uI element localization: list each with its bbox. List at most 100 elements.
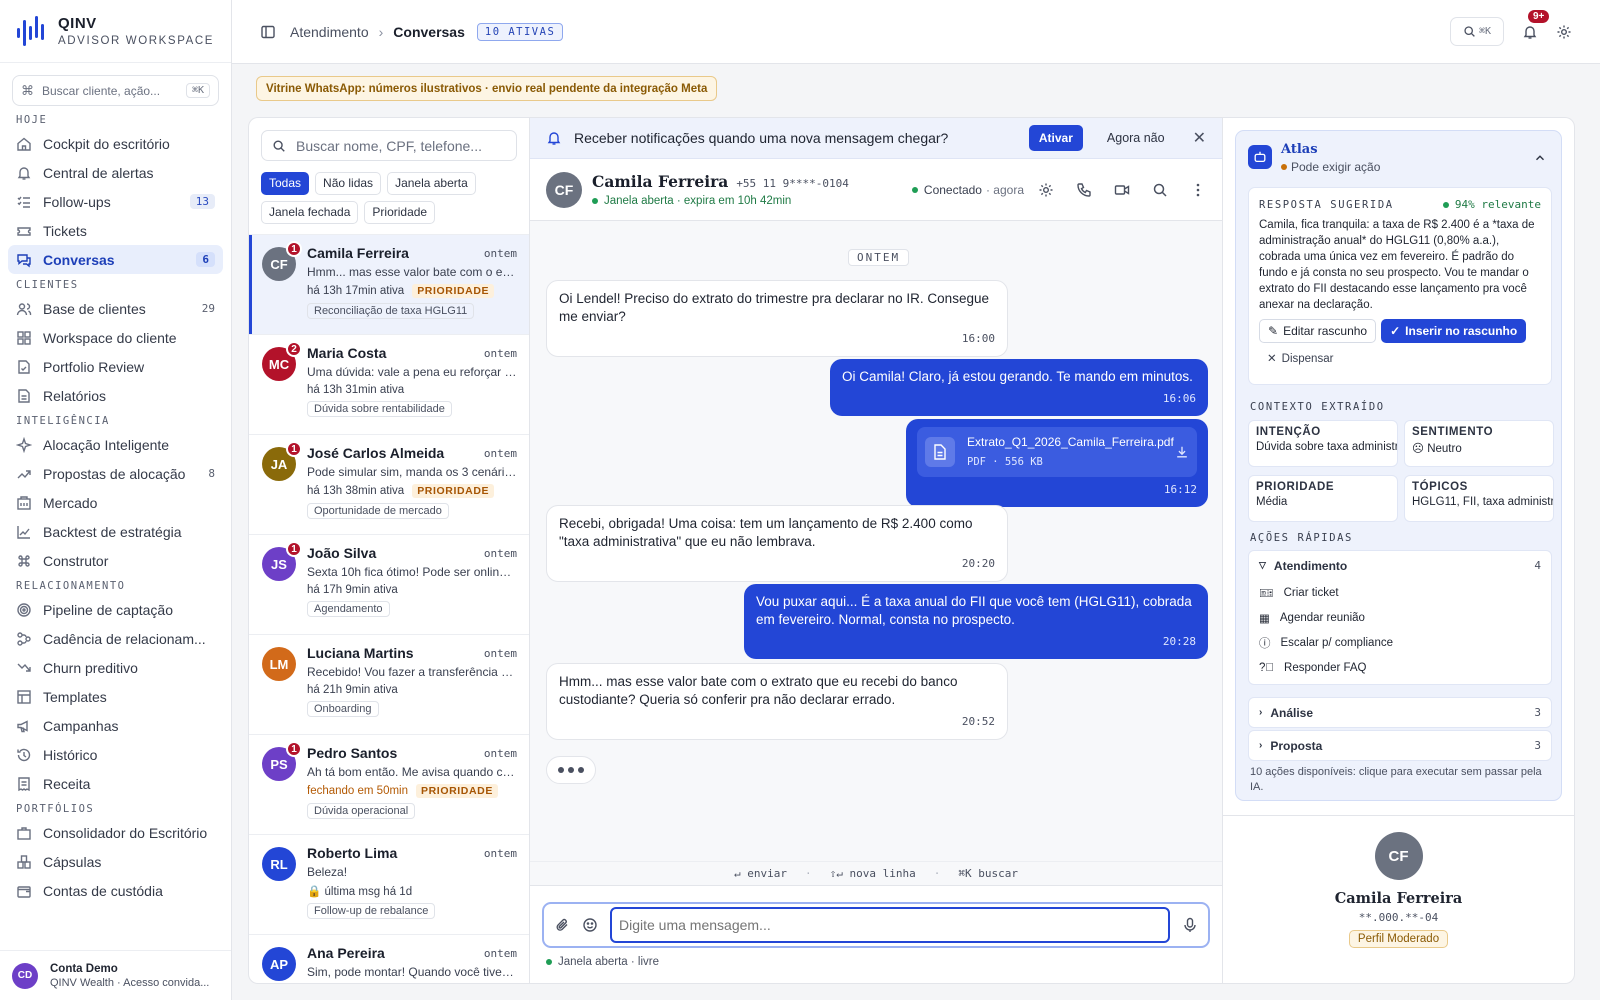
conversation-item[interactable]: AP Ana Pereira ontem Sim, pode montar! Quan…	[249, 934, 529, 983]
sidebar-search[interactable]: ⌘ Buscar cliente, ação... ⌘K	[12, 75, 219, 106]
sidebar-item-tickets[interactable]: Tickets	[8, 216, 223, 245]
chevron-up-icon[interactable]	[1533, 151, 1547, 165]
suggested-reply-text: Camila, fica tranquila: a taxa de R$ 2.4…	[1259, 219, 1535, 311]
sidebar-toggle-icon[interactable]	[260, 24, 276, 40]
search-icon[interactable]	[1152, 182, 1168, 198]
message-text: Oi Camila! Claro, já estou gerando. Te m…	[842, 369, 1193, 384]
paperclip-icon[interactable]	[554, 917, 570, 933]
conversation-status-text: há 13h 17min ativa	[307, 285, 405, 297]
sidebar-item-alocacao[interactable]: Alocação Inteligente	[8, 430, 223, 459]
conversation-item[interactable]: PS 1 Pedro Santos ontem Ah tá bom então. Me …	[249, 734, 529, 834]
sidebar-item-workspace[interactable]: Workspace do cliente	[8, 323, 223, 352]
dismiss-button[interactable]: ✕ Dispensar	[1259, 351, 1541, 365]
download-icon[interactable]	[1175, 445, 1189, 459]
context-value: HGLG11, FII, taxa administrati	[1412, 496, 1554, 508]
emoji-icon[interactable]	[582, 917, 598, 933]
breadcrumb-parent[interactable]: Atendimento	[290, 24, 369, 40]
header-search-button[interactable]: ⌘K	[1450, 17, 1504, 46]
action-responder-faq[interactable]: ?⃝ Responder FAQ	[1249, 655, 1551, 680]
sidebar-item-campanhas[interactable]: Campanhas	[8, 711, 223, 740]
sidebar-item-churn[interactable]: Churn preditivo	[8, 653, 223, 682]
conversation-preview: Ah tá bom então. Me avisa quando cai...	[307, 765, 517, 779]
sidebar-item-mercado[interactable]: Mercado	[8, 488, 223, 517]
group-analise-header[interactable]: › Análise 3	[1249, 698, 1551, 727]
sidebar-item-alertas[interactable]: Central de alertas	[8, 158, 223, 187]
user-menu[interactable]: CD Conta Demo QINV Wealth · Acesso convi…	[0, 950, 231, 1000]
message-input[interactable]	[610, 907, 1170, 943]
conversation-item[interactable]: RL Roberto Lima ontem Beleza! 🔒 última msg h…	[249, 834, 529, 934]
insert-draft-button[interactable]: ✓ Inserir no rascunho	[1381, 319, 1527, 343]
megaphone-icon	[17, 719, 28, 732]
filter-janela-aberta[interactable]: Janela aberta	[387, 172, 476, 195]
filter-nao-lidas[interactable]: Não lidas	[315, 172, 382, 195]
more-vertical-icon[interactable]	[1190, 182, 1206, 198]
search-icon	[273, 139, 285, 152]
filter-janela-fechada[interactable]: Janela fechada	[261, 201, 359, 224]
group-proposta[interactable]: › Proposta 3	[1248, 730, 1552, 761]
sidebar-item-cadencia[interactable]: Cadência de relacionam...	[8, 624, 223, 653]
conversation-item[interactable]: LM Luciana Martins ontem Recebido! Vou faze…	[249, 634, 529, 734]
sidebar-item-followups[interactable]: Follow-ups 13	[8, 187, 223, 216]
dismiss-label: Dispensar	[1281, 353, 1334, 365]
gear-icon[interactable]	[1556, 24, 1572, 40]
sidebar-item-templates[interactable]: Templates	[8, 682, 223, 711]
chat-panel: Receber notificações quando uma nova men…	[529, 117, 1223, 984]
context-intent: INTENÇÃO Dúvida sobre taxa administra	[1248, 420, 1398, 467]
edit-draft-button[interactable]: ✎ Editar rascunho	[1259, 319, 1377, 343]
sidebar-item-backtest[interactable]: Backtest de estratégia	[8, 517, 223, 546]
notifications-button[interactable]: 9+	[1522, 9, 1550, 40]
conversation-item[interactable]: JS 1 João Silva ontem Sexta 10h fica ótimo! …	[249, 534, 529, 634]
close-icon[interactable]: ✕	[1193, 128, 1206, 148]
group-analise[interactable]: › Análise 3	[1248, 697, 1552, 728]
gear-icon[interactable]	[1038, 182, 1054, 198]
priority-badge: PRIORIDADE	[416, 784, 498, 798]
window-expiry: Janela aberta · expira em 10h 42min	[604, 195, 792, 207]
enable-notifications-button[interactable]: Ativar	[1028, 125, 1083, 151]
sidebar-item-label: Relatórios	[43, 387, 107, 404]
sidebar-item-base[interactable]: Base de clientes 29	[8, 294, 223, 323]
phone-icon[interactable]	[1076, 182, 1092, 198]
sidebar-item-pipeline[interactable]: Pipeline de captação	[8, 595, 223, 624]
action-agendar-reuniao[interactable]: ▦ Agendar reunião	[1249, 605, 1551, 630]
message-incoming: Oi Lendel! Preciso do extrato do trimest…	[546, 280, 1008, 357]
sidebar-item-consolidador[interactable]: Consolidador do Escritório	[8, 818, 223, 847]
sidebar-item-cockpit[interactable]: Cockpit do escritório	[8, 129, 223, 158]
contact-avatar[interactable]: CF	[546, 171, 582, 208]
not-now-button[interactable]: Agora não	[1107, 131, 1165, 145]
conversation-item[interactable]: CF 1 Camila Ferreira ontem Hmm... mas esse v…	[249, 234, 529, 334]
filter-prioridade[interactable]: Prioridade	[364, 201, 436, 224]
sidebar-item-custodia[interactable]: Contas de custódia	[8, 876, 223, 905]
sidebar-item-portfolio-review[interactable]: Portfolio Review	[8, 352, 223, 381]
breadcrumb-current: Conversas	[393, 23, 465, 40]
action-criar-ticket[interactable]: 🎫︎ Criar ticket	[1249, 580, 1551, 605]
file-attachment[interactable]: Extrato_Q1_2026_Camila_Ferreira.pdf PDF …	[917, 427, 1197, 477]
section-portfolios: PORTFÓLIOS	[16, 803, 95, 815]
action-label: Agendar reunião	[1279, 611, 1365, 624]
sidebar-item-receita[interactable]: Receita	[8, 769, 223, 798]
context-value: Média	[1256, 496, 1288, 508]
group-proposta-header[interactable]: › Proposta 3	[1249, 731, 1551, 760]
conversation-item[interactable]: JA 1 José Carlos Almeida ontem Pode simular …	[249, 434, 529, 534]
microphone-icon[interactable]	[1182, 917, 1198, 933]
sidebar-item-propostas[interactable]: Propostas de alocação 8	[8, 459, 223, 488]
filter-todas[interactable]: Todas	[261, 172, 310, 195]
sidebar-item-conversas[interactable]: Conversas 6	[8, 245, 223, 274]
sidebar-item-capsulas[interactable]: Cápsulas	[8, 847, 223, 876]
message-area: ONTEM Oi Lendel! Preciso do extrato do t…	[530, 221, 1222, 861]
layout-icon	[17, 689, 31, 704]
users-icon	[16, 302, 32, 315]
group-atendimento-header[interactable]: ▽ Atendimento 4	[1249, 551, 1551, 580]
conversation-item[interactable]: MC 2 Maria Costa ontem Uma dúvida: vale a pe…	[249, 334, 529, 434]
brand[interactable]: QINV ADVISOR WORKSPACE	[0, 0, 231, 63]
video-icon[interactable]	[1114, 182, 1130, 198]
copilot-panel: Atlas Pode exigir ação RESPOSTA SUGERIDA…	[1223, 117, 1575, 984]
sidebar-item-historico[interactable]: Histórico	[8, 740, 223, 769]
sidebar-item-label: Receita	[43, 775, 91, 792]
conversation-search-input[interactable]: Buscar nome, CPF, telefone...	[261, 130, 517, 161]
action-escalar-compliance[interactable]: ⓘ Escalar p/ compliance	[1249, 630, 1551, 655]
contact-phone: +55 11 9****-0104	[736, 177, 849, 190]
client-name: Camila Ferreira	[1334, 890, 1463, 907]
sidebar-item-label: Alocação Inteligente	[43, 436, 170, 453]
sidebar-item-construtor[interactable]: Construtor	[8, 546, 223, 575]
sidebar-item-relatorios[interactable]: Relatórios	[8, 381, 223, 410]
